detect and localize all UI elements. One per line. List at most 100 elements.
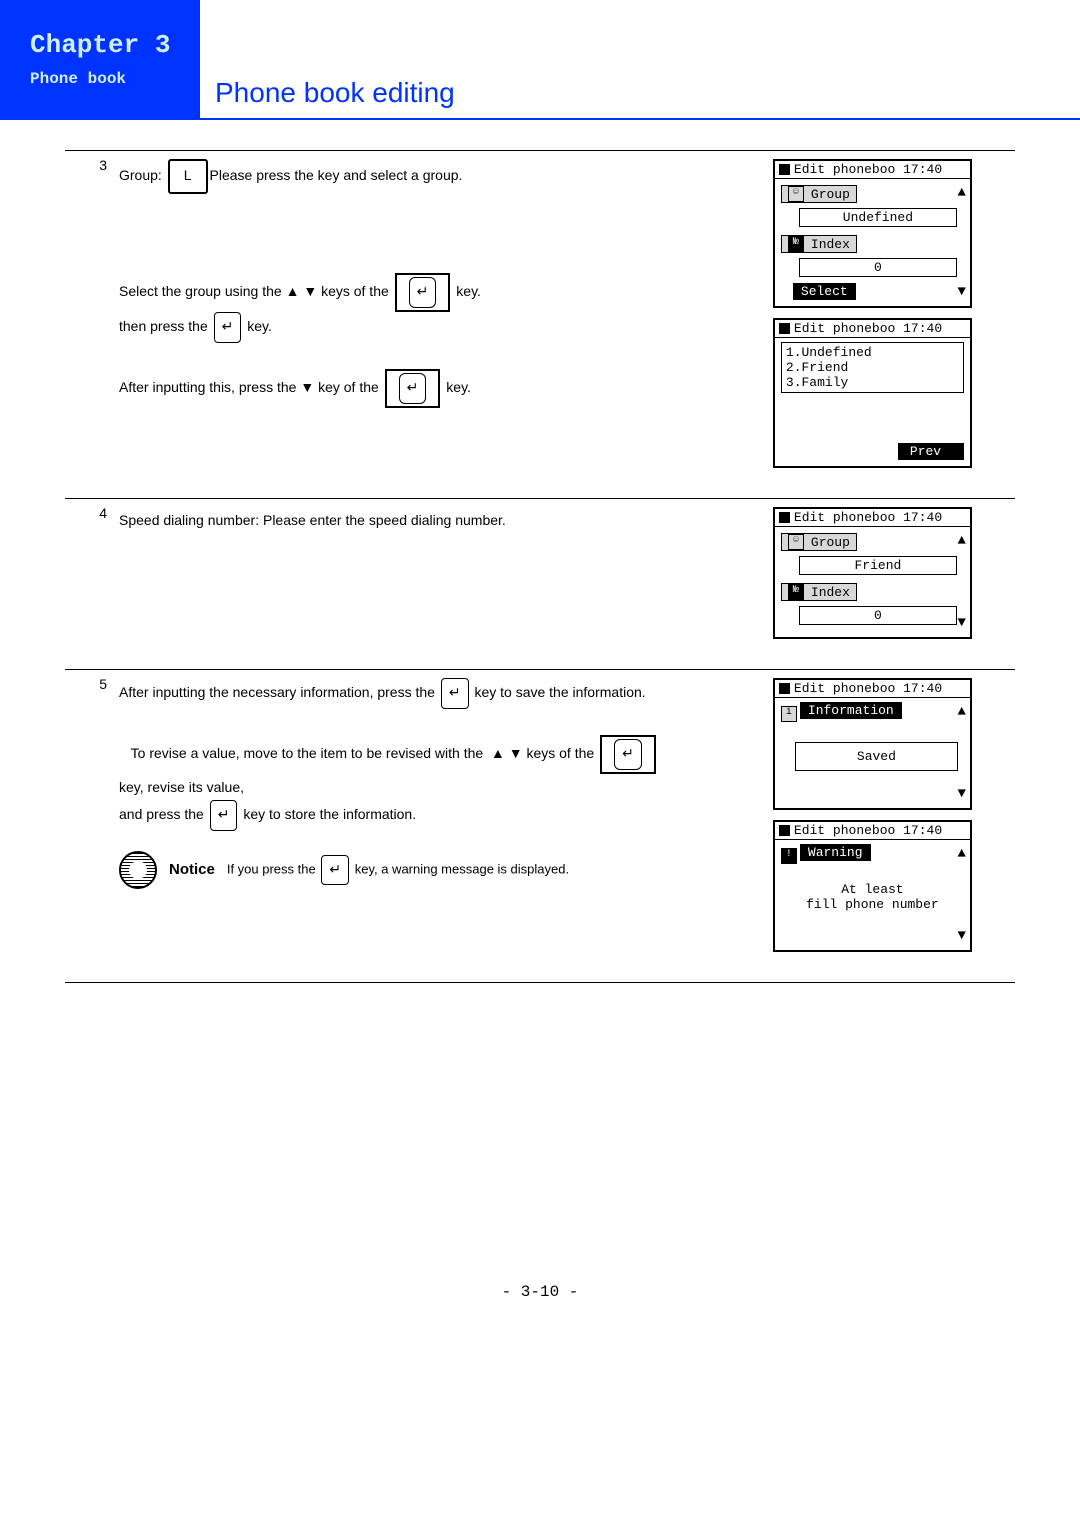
text: Select the group using the [119, 283, 282, 299]
scroll-down-icon [958, 786, 966, 802]
text: To revise a value, move to the item to b… [131, 745, 484, 761]
screen-title-text: Edit phoneboo 17:40 [794, 321, 942, 336]
text: key to save the information. [474, 684, 645, 700]
text: If you press the [227, 861, 316, 876]
text: key. [247, 318, 272, 334]
chapter-title: Chapter 3 [30, 30, 200, 60]
text: key. [456, 283, 481, 299]
notice-icon [119, 851, 157, 889]
enter-key-graphic: ↵ [385, 369, 441, 408]
label-text: Group [811, 535, 850, 550]
page-header: Chapter 3 Phone book Phone book editing [0, 0, 1080, 120]
text: key to store the information. [243, 806, 416, 822]
enter-key-icon: ↵ [214, 312, 242, 343]
screen-title-text: Edit phoneboo 17:40 [794, 681, 942, 696]
page-title-bar: Phone book editing [200, 68, 1080, 120]
group-icon: ☺ [788, 534, 804, 550]
label-text: Index [811, 585, 850, 600]
text: key, a warning message is displayed. [355, 861, 569, 876]
select-button: Select [793, 283, 856, 300]
device-screen: Edit phoneboo 17:40 iInformation Saved [773, 678, 972, 810]
text: then press the [119, 318, 208, 334]
step-instruction: Group: LPlease press the key and select … [113, 151, 767, 499]
info-bar: Information [800, 702, 902, 719]
screen-titlebar: Edit phoneboo 17:40 [775, 509, 970, 527]
enter-icon: ↵ [399, 373, 427, 404]
prev-button: Prev [898, 443, 964, 460]
notice-label: Notice [169, 856, 215, 885]
scroll-down-icon [958, 284, 966, 300]
text: keys of the [321, 283, 389, 299]
square-icon [779, 825, 790, 836]
text: key. [446, 379, 471, 395]
square-icon [779, 323, 790, 334]
scroll-down-icon [958, 928, 966, 944]
text: key of the [318, 379, 379, 395]
down-arrow-icon [303, 283, 317, 299]
enter-key-graphic: ↵ [600, 735, 656, 774]
step-number: 5 [65, 670, 113, 983]
info-icon: i [781, 706, 797, 722]
field-label: ☺Group [781, 185, 857, 203]
notice-text: If you press the ↵ key, a warning messag… [227, 855, 569, 886]
list-item: 2.Friend [786, 360, 959, 375]
text: At least [781, 882, 964, 897]
text: After inputting this, press the [119, 379, 296, 395]
device-screen: Edit phoneboo 17:40 1.Undefined 2.Friend… [773, 318, 972, 468]
device-screen: Edit phoneboo 17:40 ☺Group Undefined №In… [773, 159, 972, 308]
list-item: 1.Undefined [786, 345, 959, 360]
option-list: 1.Undefined 2.Friend 3.Family [781, 342, 964, 393]
square-icon [779, 512, 790, 523]
message-box: Saved [795, 742, 958, 771]
device-screen: Edit phoneboo 17:40 ☺ Group Friend № Index… [773, 507, 972, 639]
enter-key-icon: ↵ [321, 855, 349, 886]
text: key, revise its value, [119, 779, 244, 795]
text: fill phone number [781, 897, 964, 912]
chapter-block: Chapter 3 Phone book [0, 0, 200, 120]
step-screenshots: Edit phoneboo 17:40 ☺Group Undefined №In… [767, 151, 1015, 499]
screen-titlebar: Edit phoneboo 17:40 [775, 822, 970, 840]
field-value: Friend [799, 556, 957, 575]
step-screenshots: Edit phoneboo 17:40 iInformation Saved E… [767, 670, 1015, 983]
step-number: 4 [65, 499, 113, 670]
field-value: Undefined [799, 208, 957, 227]
field-value: 0 [799, 606, 957, 625]
step-screenshots: Edit phoneboo 17:40 ☺ Group Friend № Index… [767, 499, 1015, 670]
step-instruction: After inputting the necessary informatio… [113, 670, 767, 983]
device-screen: Edit phoneboo 17:40 !Warning At least fi… [773, 820, 972, 952]
page-footer: - 3-10 - [0, 1283, 1080, 1301]
text: After inputting the necessary informatio… [119, 684, 435, 700]
step-number: 3 [65, 151, 113, 499]
steps-table: 3 Group: LPlease press the key and selec… [65, 150, 1015, 983]
screen-title-text: Edit phoneboo 17:40 [794, 162, 942, 177]
notice-block: Notice If you press the ↵ key, a warning… [119, 851, 761, 889]
square-icon [779, 164, 790, 175]
text: Please press the key and select a group. [210, 167, 463, 183]
scroll-up-icon [958, 704, 966, 720]
index-icon: № [788, 584, 804, 600]
list-item: 3.Family [786, 375, 959, 390]
down-arrow-icon [509, 745, 523, 761]
chapter-subtitle: Phone book [30, 70, 200, 88]
field-label: № Index [781, 583, 857, 601]
scroll-up-icon [958, 533, 966, 549]
warning-icon: ! [781, 848, 797, 864]
enter-icon: ↵ [409, 277, 437, 308]
text: Speed dialing number: Please enter the s… [119, 512, 506, 528]
page-title: Phone book editing [215, 77, 455, 109]
enter-key-icon: ↵ [210, 800, 238, 831]
down-arrow-icon [300, 379, 314, 395]
step-instruction: Speed dialing number: Please enter the s… [113, 499, 767, 670]
warning-bar: Warning [800, 844, 871, 861]
enter-key-icon: ↵ [441, 678, 469, 709]
screen-titlebar: Edit phoneboo 17:40 [775, 161, 970, 179]
index-icon: № [788, 236, 804, 252]
warning-message: At least fill phone number [781, 882, 964, 912]
scroll-up-icon [958, 846, 966, 862]
screen-titlebar: Edit phoneboo 17:40 [775, 320, 970, 338]
scroll-up-icon [958, 185, 966, 201]
text: and press the [119, 806, 204, 822]
group-icon: ☺ [788, 186, 804, 202]
field-label: №Index [781, 235, 857, 253]
field-value: 0 [799, 258, 957, 277]
